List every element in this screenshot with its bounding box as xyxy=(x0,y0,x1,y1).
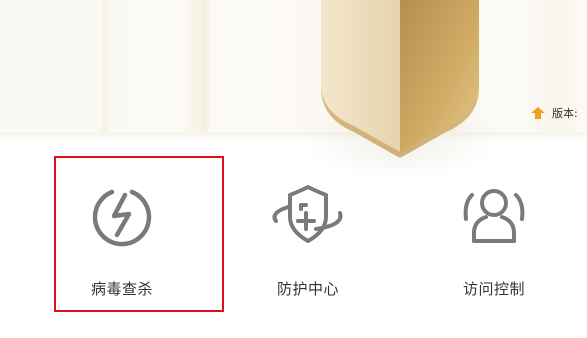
feature-label: 病毒查杀 xyxy=(90,280,153,298)
app-window: 版本: 病毒查杀 防护中心 访问控制 xyxy=(0,0,587,338)
shield-plus-icon xyxy=(268,180,348,250)
version-info: 版本: xyxy=(531,104,578,122)
version-label: 版本: xyxy=(552,107,578,120)
feature-access-control[interactable]: 访问控制 xyxy=(434,180,554,299)
feature-protection-center[interactable]: 防护中心 xyxy=(248,180,368,299)
feature-label: 访问控制 xyxy=(462,280,525,298)
feature-label: 防护中心 xyxy=(276,280,339,298)
header-banner xyxy=(0,0,587,138)
users-icon xyxy=(454,180,534,250)
power-lightning-icon xyxy=(82,180,162,250)
upgrade-arrow-icon xyxy=(531,107,545,119)
security-shield-logo xyxy=(321,0,479,158)
feature-virus-scan[interactable]: 病毒查杀 xyxy=(62,180,182,299)
